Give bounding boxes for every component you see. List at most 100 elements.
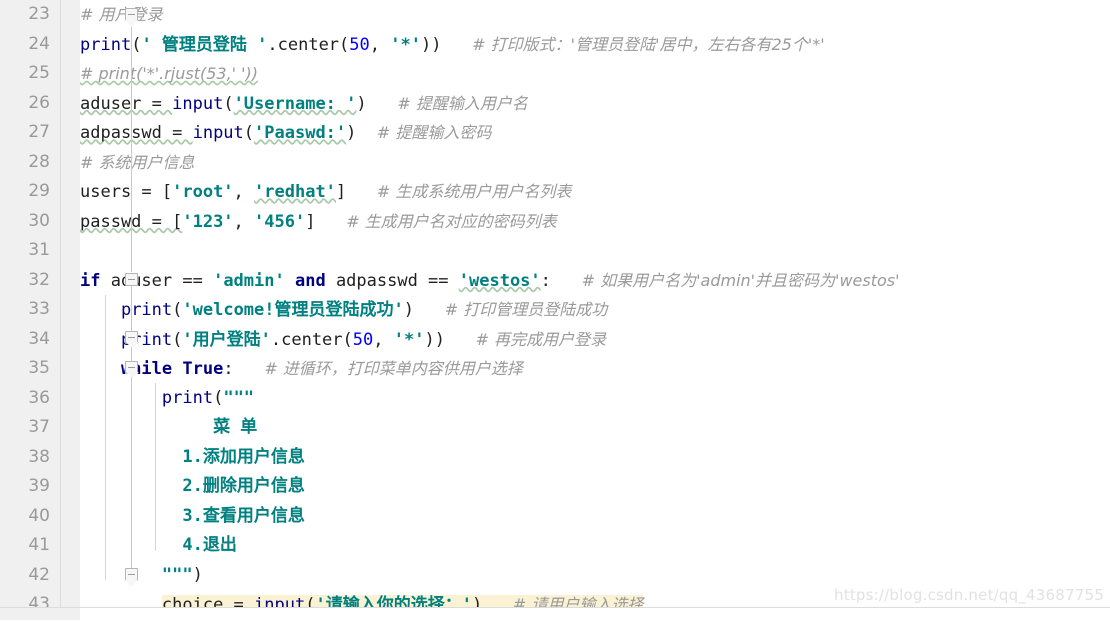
code-line-25[interactable]: # print('*'.rjust(53,' ')) xyxy=(80,59,258,89)
menu-item-token: 4.退出 xyxy=(182,535,237,555)
variable-token: aduser = xyxy=(80,93,173,114)
punctuation: , xyxy=(373,329,394,350)
line-number: 36 xyxy=(28,387,50,408)
variable-token: adpasswd == xyxy=(325,270,459,291)
code-line-23[interactable]: # 用户登录 xyxy=(80,0,163,30)
line-number: 27 xyxy=(28,122,50,142)
fold-toggle-line-23[interactable] xyxy=(125,8,138,21)
method-call: .center( xyxy=(267,34,350,55)
comment-token: # 系统用户信息 xyxy=(80,152,195,172)
function-token: input xyxy=(192,123,244,143)
line-number: 24 xyxy=(28,33,50,54)
punctuation: ( xyxy=(172,300,183,320)
menu-item-token: 3.查看用户信息 xyxy=(182,505,305,526)
code-line-41[interactable]: 4.退出 xyxy=(80,531,237,561)
line-number: 39 xyxy=(28,476,50,496)
function-token: print xyxy=(161,387,214,408)
punctuation: ) xyxy=(346,123,357,143)
line-number: 31 xyxy=(28,240,50,260)
code-line-32[interactable]: if aduser == 'admin' and adpasswd == 'we… xyxy=(80,266,900,296)
line-number: 23 xyxy=(28,4,50,24)
punctuation: ) xyxy=(403,300,414,320)
code-line-28[interactable]: # 系统用户信息 xyxy=(80,148,195,178)
string-token: ' 管理员登陆 ' xyxy=(141,34,268,55)
line-number-gutter[interactable]: 23 24 25 26 27 28 29 30 31 32 33 34 35 3… xyxy=(0,0,61,620)
line-number: 30 xyxy=(28,210,50,231)
line-number: 33 xyxy=(28,299,50,319)
code-line-38[interactable]: 1.添加用户信息 xyxy=(80,443,305,473)
string-token: '123' xyxy=(182,211,234,232)
string-token: '456' xyxy=(254,211,306,232)
punctuation: ( xyxy=(243,123,255,143)
line-number: 37 xyxy=(28,417,50,437)
fold-toggle-line-42[interactable] xyxy=(125,568,138,581)
punctuation: , xyxy=(233,211,255,232)
code-line-42[interactable]: """) xyxy=(80,561,203,591)
fold-toggle-line-35[interactable] xyxy=(125,331,138,344)
comment-token: # 生成系统用户用户名列表 xyxy=(376,182,572,201)
string-token: '*' xyxy=(393,329,425,350)
string-token: 'root' xyxy=(172,182,234,202)
code-text-area[interactable]: # 用户登录 print(' 管理员登陆 '.center(50, '*')) … xyxy=(80,0,1110,620)
comment-token: # print('*'.rjust(53,' ')) xyxy=(80,64,259,83)
function-token: print xyxy=(80,34,132,55)
fold-toggle-line-32[interactable] xyxy=(125,273,138,286)
triple-quote-token: """ xyxy=(161,564,193,585)
editor-bottom-edge xyxy=(0,607,1110,620)
string-token: 'welcome!管理员登陆成功' xyxy=(182,300,404,320)
code-line-39[interactable]: 2.删除用户信息 xyxy=(80,472,304,502)
punctuation: ] xyxy=(335,182,347,202)
menu-item-token: 1.添加用户信息 xyxy=(182,446,305,467)
punctuation: ( xyxy=(172,329,183,350)
string-token: 'Paaswd:' xyxy=(254,123,347,143)
line-number: 40 xyxy=(28,505,50,526)
punctuation: ( xyxy=(131,34,142,55)
code-line-37[interactable]: 菜 单 xyxy=(80,413,257,443)
code-line-26[interactable]: aduser = input('Username: ') # 提醒输入用户名 xyxy=(80,89,528,119)
punctuation: ) xyxy=(356,93,367,114)
punctuation: ( xyxy=(223,93,234,114)
number-token: 50 xyxy=(349,34,370,55)
line-number: 28 xyxy=(28,151,50,172)
fold-toggle-line-36[interactable] xyxy=(125,361,138,374)
code-line-34[interactable]: print('用户登陆'.center(50, '*')) # 再完成用户登录 xyxy=(80,325,606,355)
code-line-30[interactable]: passwd = ['123', '456'] # 生成用户名对应的密码列表 xyxy=(80,207,557,237)
string-token: 'admin' xyxy=(213,270,285,291)
bottom-edge-code-area xyxy=(80,608,1110,620)
line-number: 29 xyxy=(28,181,50,201)
string-token: 'redhat' xyxy=(254,182,336,202)
punctuation: )) xyxy=(424,329,445,350)
code-line-27[interactable]: adpasswd = input('Paaswd:') # 提醒输入密码 xyxy=(80,118,491,148)
punctuation: ) xyxy=(192,564,203,585)
variable-token: adpasswd = xyxy=(80,123,193,143)
line-number: 32 xyxy=(28,269,50,290)
code-folding-gutter[interactable] xyxy=(61,0,138,620)
fold-guide-line xyxy=(131,14,132,272)
variable-token: aduser == xyxy=(100,270,214,291)
code-line-35[interactable]: while True: # 进循环，打印菜单内容供用户选择 xyxy=(80,354,523,384)
code-editor[interactable]: 23 24 25 26 27 28 29 30 31 32 33 34 35 3… xyxy=(0,0,1110,620)
punctuation: ] xyxy=(305,211,316,232)
punctuation: )) xyxy=(420,34,442,55)
line-number: 35 xyxy=(28,358,50,378)
comment-token: # 进循环，打印菜单内容供用户选择 xyxy=(264,359,523,378)
code-line-24[interactable]: print(' 管理员登陆 '.center(50, '*')) # 打印版式：… xyxy=(80,30,825,60)
comment-token: # 打印管理员登陆成功 xyxy=(444,300,608,319)
string-token: '用户登陆' xyxy=(182,329,271,350)
punctuation: ( xyxy=(213,387,224,408)
code-line-29[interactable]: users = ['root', 'redhat'] # 生成系统用户用户名列表 xyxy=(80,177,571,207)
code-line-36[interactable]: print(""" xyxy=(80,384,254,414)
triple-quote-token: """ xyxy=(223,387,255,408)
line-number: 34 xyxy=(28,328,50,349)
code-line-40[interactable]: 3.查看用户信息 xyxy=(80,502,305,532)
code-line-33[interactable]: print('welcome!管理员登陆成功') # 打印管理员登陆成功 xyxy=(80,295,607,325)
